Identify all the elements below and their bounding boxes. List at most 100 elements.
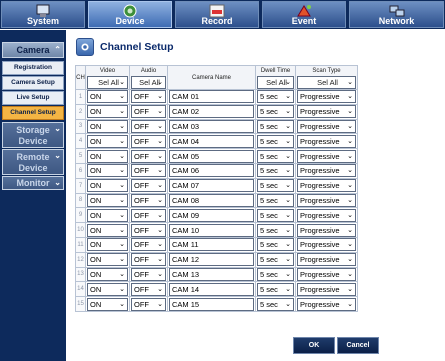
- sidebar-item-channel-setup[interactable]: Channel Setup: [2, 106, 64, 120]
- camera-name-input[interactable]: CAM 02: [169, 105, 254, 119]
- camera-name-input[interactable]: CAM 10: [169, 223, 254, 237]
- video-select[interactable]: ON ⌄: [87, 253, 128, 267]
- video-select[interactable]: ON ⌄: [87, 149, 128, 163]
- cancel-button[interactable]: Cancel: [337, 337, 379, 354]
- dwell-time-select[interactable]: 5 sec ⌄: [257, 149, 294, 163]
- dwell-time-select[interactable]: 5 sec ⌄: [257, 119, 294, 133]
- audio-select[interactable]: OFF ⌄: [131, 90, 166, 104]
- scan-type-select[interactable]: Progressive ⌄: [297, 253, 356, 267]
- camera-name-input[interactable]: CAM 04: [169, 134, 254, 148]
- scan-type-select[interactable]: Progressive ⌄: [297, 267, 356, 281]
- tab-network[interactable]: Network: [349, 1, 444, 28]
- dwell-time-select[interactable]: 5 sec ⌄: [257, 297, 294, 311]
- video-select[interactable]: ON ⌄: [87, 119, 128, 133]
- video-select[interactable]: ON ⌄: [87, 282, 128, 296]
- scan-type-select[interactable]: Progressive ⌄: [297, 282, 356, 296]
- dwell-time-select[interactable]: 5 sec ⌄: [257, 282, 294, 296]
- camera-name-input[interactable]: CAM 14: [169, 282, 254, 296]
- tab-event[interactable]: Event: [262, 1, 346, 28]
- scan-type-select[interactable]: Progressive ⌄: [297, 238, 356, 252]
- chevron-down-icon: ⌄: [157, 78, 163, 86]
- scan-sel-all-select[interactable]: Sel All ⌄: [297, 75, 356, 89]
- audio-select[interactable]: OFF ⌄: [131, 105, 166, 119]
- video-select[interactable]: ON ⌄: [87, 179, 128, 193]
- camera-name-input[interactable]: CAM 15: [169, 297, 254, 311]
- scan-type-select[interactable]: Progressive ⌄: [297, 105, 356, 119]
- scan-type-select[interactable]: Progressive ⌄: [297, 223, 356, 237]
- camera-name-input[interactable]: CAM 05: [169, 149, 254, 163]
- video-select[interactable]: ON ⌄: [87, 193, 128, 207]
- audio-select[interactable]: OFF ⌄: [131, 282, 166, 296]
- camera-name-input-cell: CAM 03: [167, 118, 256, 135]
- dwell-sel-all-select[interactable]: Sel All ⌄: [257, 75, 294, 89]
- scan-type-select[interactable]: Progressive ⌄: [297, 179, 356, 193]
- dwell-time-select[interactable]: 5 sec ⌄: [257, 193, 294, 207]
- audio-sel-all-select[interactable]: Sel All ⌄: [131, 75, 166, 89]
- audio-select[interactable]: OFF ⌄: [131, 297, 166, 311]
- video-select[interactable]: ON ⌄: [87, 267, 128, 281]
- dwell-time-select[interactable]: 5 sec ⌄: [257, 105, 294, 119]
- channel-number: 1: [75, 89, 86, 105]
- camera-name-input[interactable]: CAM 11: [169, 238, 254, 252]
- dwell-time-select[interactable]: 5 sec ⌄: [257, 267, 294, 281]
- scan-type-select[interactable]: Progressive ⌄: [297, 164, 356, 178]
- scan-type-select-cell: Progressive ⌄: [295, 281, 358, 298]
- tab-record[interactable]: Record: [175, 1, 259, 28]
- ok-button[interactable]: OK: [293, 337, 335, 354]
- video-select[interactable]: ON ⌄: [87, 90, 128, 104]
- audio-select[interactable]: OFF ⌄: [131, 208, 166, 222]
- sidebar-item-registration[interactable]: Registration: [2, 61, 64, 75]
- video-sel-all-select[interactable]: Sel All ⌄: [87, 75, 128, 89]
- camera-name-input[interactable]: CAM 03: [169, 119, 254, 133]
- camera-name-input[interactable]: CAM 13: [169, 267, 254, 281]
- dwell-time-select[interactable]: 5 sec ⌄: [257, 90, 294, 104]
- audio-select[interactable]: OFF ⌄: [131, 253, 166, 267]
- audio-select-cell: OFF ⌄: [129, 236, 168, 253]
- dwell-time-select[interactable]: 5 sec ⌄: [257, 208, 294, 222]
- scan-type-select[interactable]: Progressive ⌄: [297, 297, 356, 311]
- audio-select[interactable]: OFF ⌄: [131, 238, 166, 252]
- dwell-time-select[interactable]: 5 sec ⌄: [257, 134, 294, 148]
- dwell-time-select[interactable]: 5 sec ⌄: [257, 179, 294, 193]
- sidebar-section-remote[interactable]: Remote Device ⌄: [2, 149, 64, 175]
- dwell-time-select[interactable]: 5 sec ⌄: [257, 223, 294, 237]
- camera-name-input[interactable]: CAM 12: [169, 253, 254, 267]
- audio-select[interactable]: OFF ⌄: [131, 267, 166, 281]
- camera-name-input[interactable]: CAM 07: [169, 179, 254, 193]
- audio-select[interactable]: OFF ⌄: [131, 164, 166, 178]
- audio-select[interactable]: OFF ⌄: [131, 179, 166, 193]
- sidebar-section-storage[interactable]: Storage Device ⌄: [2, 122, 64, 148]
- scan-type-select[interactable]: Progressive ⌄: [297, 193, 356, 207]
- dwell-time-select[interactable]: 5 sec ⌄: [257, 164, 294, 178]
- video-select[interactable]: ON ⌄: [87, 238, 128, 252]
- audio-select[interactable]: OFF ⌄: [131, 119, 166, 133]
- audio-select[interactable]: OFF ⌄: [131, 223, 166, 237]
- scan-type-select[interactable]: Progressive ⌄: [297, 90, 356, 104]
- scan-type-select[interactable]: Progressive ⌄: [297, 149, 356, 163]
- audio-select[interactable]: OFF ⌄: [131, 193, 166, 207]
- sidebar-item-camera-setup[interactable]: Camera Setup: [2, 76, 64, 90]
- camera-name-input[interactable]: CAM 06: [169, 164, 254, 178]
- video-select[interactable]: ON ⌄: [87, 208, 128, 222]
- tab-device[interactable]: Device: [88, 1, 172, 28]
- audio-select[interactable]: OFF ⌄: [131, 134, 166, 148]
- dwell-time-select[interactable]: 5 sec ⌄: [257, 238, 294, 252]
- video-select[interactable]: ON ⌄: [87, 134, 128, 148]
- video-select[interactable]: ON ⌄: [87, 164, 128, 178]
- sidebar-section-monitor[interactable]: Monitor ⌄: [2, 176, 64, 190]
- video-select[interactable]: ON ⌄: [87, 297, 128, 311]
- scan-type-select[interactable]: Progressive ⌄: [297, 208, 356, 222]
- video-select[interactable]: ON ⌄: [87, 223, 128, 237]
- camera-name-input[interactable]: CAM 01: [169, 90, 254, 104]
- dwell-time-select[interactable]: 5 sec ⌄: [257, 253, 294, 267]
- scan-type-select[interactable]: Progressive ⌄: [297, 119, 356, 133]
- sidebar-item-live-setup[interactable]: Live Setup: [2, 91, 64, 105]
- tab-system[interactable]: System: [1, 1, 85, 28]
- scan-type-select[interactable]: Progressive ⌄: [297, 134, 356, 148]
- camera-name-input[interactable]: CAM 09: [169, 208, 254, 222]
- dwell-time-select-value: 5 sec: [260, 225, 278, 235]
- video-select[interactable]: ON ⌄: [87, 105, 128, 119]
- sidebar-section-camera[interactable]: Camera ⌃: [2, 42, 64, 58]
- camera-name-input[interactable]: CAM 08: [169, 193, 254, 207]
- audio-select[interactable]: OFF ⌄: [131, 149, 166, 163]
